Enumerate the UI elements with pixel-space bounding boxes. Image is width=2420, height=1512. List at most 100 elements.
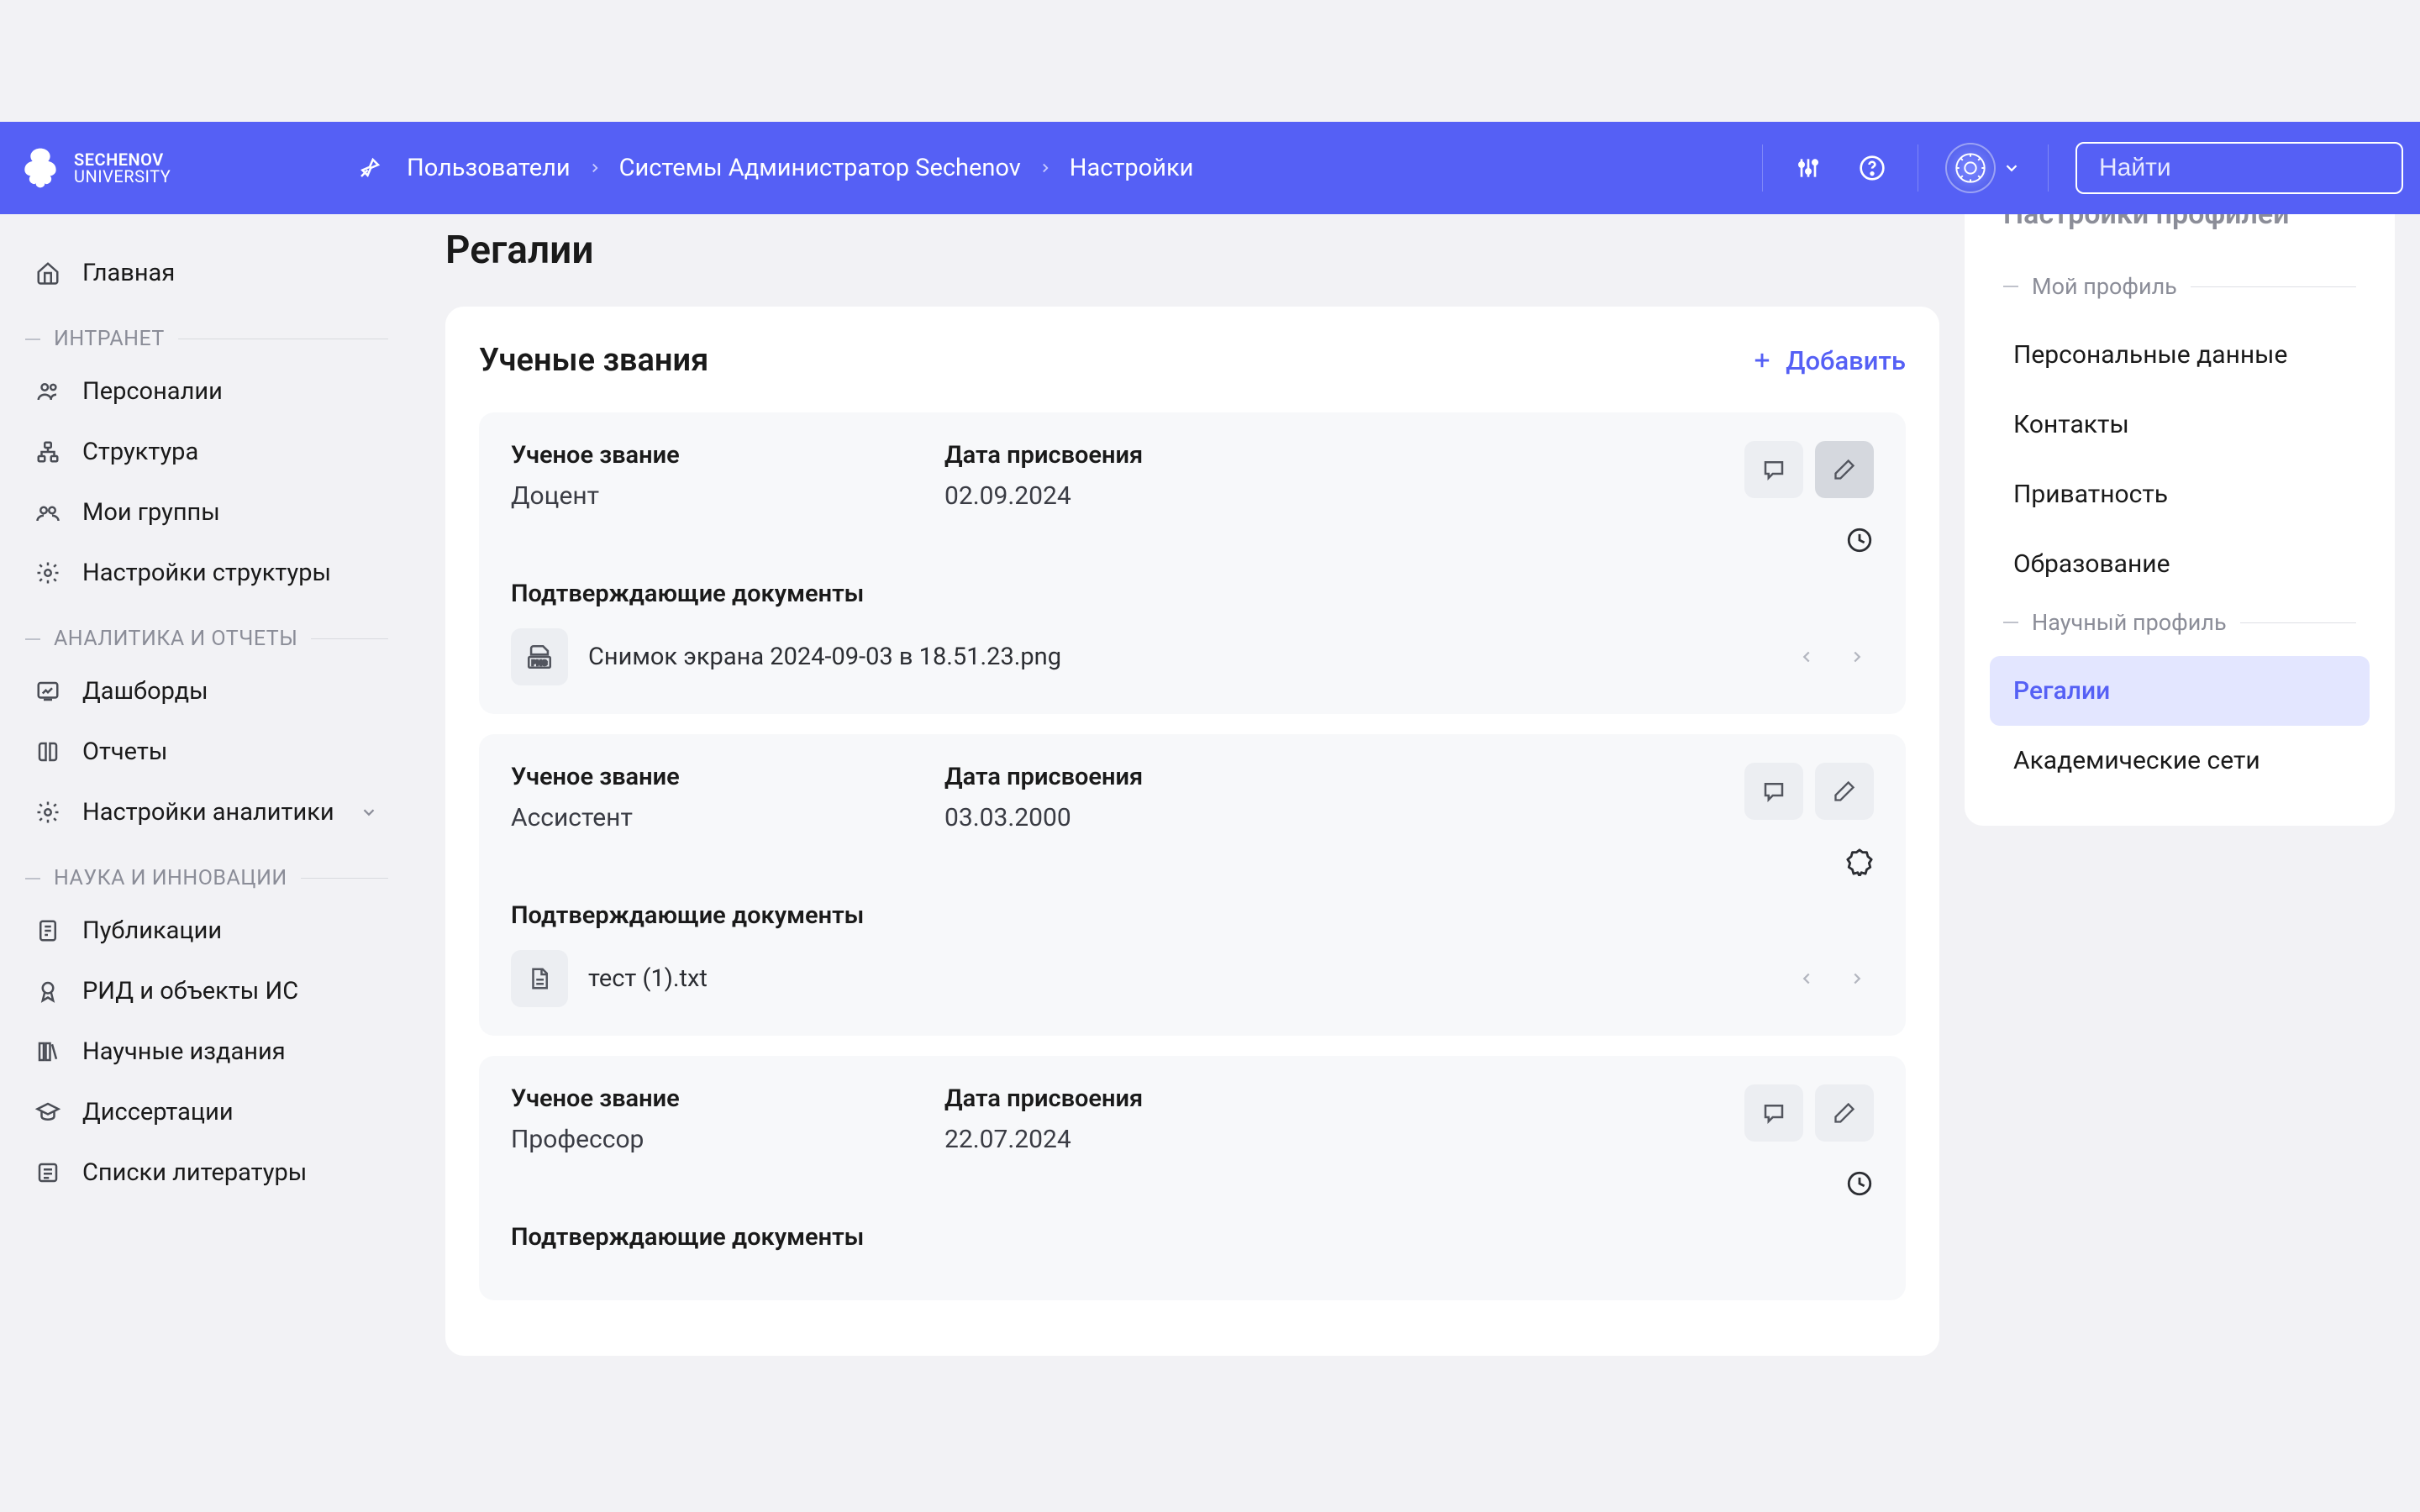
file-name[interactable]: тест (1).txt: [588, 964, 1770, 993]
comment-icon: [1761, 1100, 1786, 1126]
docs-label: Подтверждающие документы: [511, 1223, 1874, 1252]
pending-badge-icon: [1845, 848, 1874, 876]
dashboard-icon: [35, 679, 62, 704]
prev-file-button[interactable]: [1790, 962, 1823, 995]
structure-icon: [35, 439, 62, 465]
nav-label: Главная: [82, 259, 175, 287]
avatar-icon: [1945, 143, 1996, 193]
field-label: Ученое звание: [511, 1084, 911, 1113]
svg-text:PNG: PNG: [532, 659, 547, 667]
nav-label: РИД и объекты ИС: [82, 977, 298, 1005]
field-value: 22.07.2024: [944, 1125, 1711, 1154]
field-label: Дата присвоения: [944, 441, 1711, 470]
edit-icon: [1833, 1101, 1856, 1125]
gear-icon: [35, 800, 62, 825]
add-button[interactable]: Добавить: [1750, 345, 1906, 376]
panel-section-header: Научный профиль: [1990, 609, 2370, 636]
comment-button[interactable]: [1744, 763, 1803, 820]
nav-label: Списки литературы: [82, 1158, 307, 1187]
nav-reports[interactable]: Отчеты: [25, 722, 388, 782]
edit-button[interactable]: [1815, 763, 1874, 820]
nav-journals[interactable]: Научные издания: [25, 1021, 388, 1082]
clock-icon: [1845, 526, 1874, 554]
list-icon: [35, 1160, 62, 1185]
nav-home[interactable]: Главная: [25, 243, 388, 303]
record-item: Ученое звание Ассистент Дата присвоения …: [479, 734, 1906, 1036]
field-label: Ученое звание: [511, 441, 911, 470]
nav-personalii[interactable]: Персоналии: [25, 361, 388, 422]
edit-button[interactable]: [1815, 1084, 1874, 1142]
logo-block: SECHENOV UNIVERSITY: [17, 144, 387, 192]
chevron-right-icon: [587, 160, 602, 176]
comment-icon: [1761, 457, 1786, 482]
logo-icon: [17, 144, 64, 192]
nav-dissertations[interactable]: Диссертации: [25, 1082, 388, 1142]
edit-icon: [1833, 780, 1856, 803]
nav-section-header: ИНТРАНЕТ: [25, 327, 388, 351]
nav-ip[interactable]: РИД и объекты ИС: [25, 961, 388, 1021]
book-icon: [35, 739, 62, 764]
global-search[interactable]: [2075, 142, 2403, 194]
logo-text: SECHENOV UNIVERSITY: [74, 151, 171, 185]
nav-groups[interactable]: Мои группы: [25, 482, 388, 543]
panel-item[interactable]: Образование: [1990, 529, 2370, 599]
field-value: 03.03.2000: [944, 803, 1711, 832]
file-name[interactable]: Снимок экрана 2024-09-03 в 18.51.23.png: [588, 643, 1770, 671]
comment-icon: [1761, 779, 1786, 804]
comment-button[interactable]: [1744, 441, 1803, 498]
panel-item[interactable]: Контакты: [1990, 390, 2370, 459]
app-header: SECHENOV UNIVERSITY Пользователи Системы…: [0, 122, 2420, 214]
field-label: Дата присвоения: [944, 1084, 1711, 1113]
docs-label: Подтверждающие документы: [511, 580, 1874, 608]
settings-sliders-icon[interactable]: [1790, 150, 1827, 186]
nav-structure-settings[interactable]: Настройки структуры: [25, 543, 388, 603]
prev-file-button[interactable]: [1790, 640, 1823, 674]
header-actions: [1762, 142, 2403, 194]
nav-label: Публикации: [82, 916, 222, 945]
divider: [2048, 144, 2049, 192]
file-icon[interactable]: PNG: [511, 628, 568, 685]
record-item: Ученое звание Доцент Дата присвоения 02.…: [479, 412, 1906, 714]
nav-label: Настройки аналитики: [82, 798, 334, 827]
nav-bibliographies[interactable]: Списки литературы: [25, 1142, 388, 1203]
breadcrumb-item[interactable]: Системы Администратор Sechenov: [619, 154, 1021, 182]
graduation-icon: [35, 1100, 62, 1125]
chevron-right-icon: [1038, 160, 1053, 176]
nav-dashboards[interactable]: Дашборды: [25, 661, 388, 722]
docs-label: Подтверждающие документы: [511, 901, 1874, 930]
sidebar: Поиск по разделам Главная ИНТРАНЕТ Персо…: [0, 122, 413, 1420]
field-value: Ассистент: [511, 803, 911, 832]
panel-item[interactable]: Академические сети: [1990, 726, 2370, 795]
nav-section-header: НАУКА И ИННОВАЦИИ: [25, 866, 388, 890]
next-file-button[interactable]: [1840, 640, 1874, 674]
panel-item[interactable]: Персональные данные: [1990, 320, 2370, 390]
card-title: Ученые звания: [479, 342, 708, 379]
search-input[interactable]: [2097, 153, 2420, 183]
library-icon: [35, 1039, 62, 1064]
file-icon[interactable]: [511, 950, 568, 1007]
divider: [1762, 144, 1763, 192]
nav-label: Мои группы: [82, 498, 220, 527]
nav-label: Персоналии: [82, 377, 223, 406]
breadcrumb-item[interactable]: Пользователи: [407, 154, 571, 182]
record-item: Ученое звание Профессор Дата присвоения …: [479, 1056, 1906, 1300]
pin-toggle-icon[interactable]: [353, 151, 387, 185]
comment-button[interactable]: [1744, 1084, 1803, 1142]
help-icon[interactable]: [1854, 150, 1891, 186]
clock-icon: [1845, 1169, 1874, 1198]
next-file-button[interactable]: [1840, 962, 1874, 995]
nav-label: Дашборды: [82, 677, 208, 706]
user-menu[interactable]: [1945, 143, 2021, 193]
nav-label: Научные издания: [82, 1037, 286, 1066]
edit-button[interactable]: [1815, 441, 1874, 498]
nav-structure[interactable]: Структура: [25, 422, 388, 482]
groups-icon: [35, 500, 62, 525]
add-label: Добавить: [1786, 345, 1906, 376]
nav-publications[interactable]: Публикации: [25, 900, 388, 961]
nav-analytics-settings[interactable]: Настройки аналитики: [25, 782, 388, 843]
award-icon: [35, 979, 62, 1004]
panel-item[interactable]: Регалии: [1990, 656, 2370, 726]
field-value: Профессор: [511, 1125, 911, 1154]
breadcrumb-item[interactable]: Настройки: [1070, 154, 1194, 182]
panel-item[interactable]: Приватность: [1990, 459, 2370, 529]
